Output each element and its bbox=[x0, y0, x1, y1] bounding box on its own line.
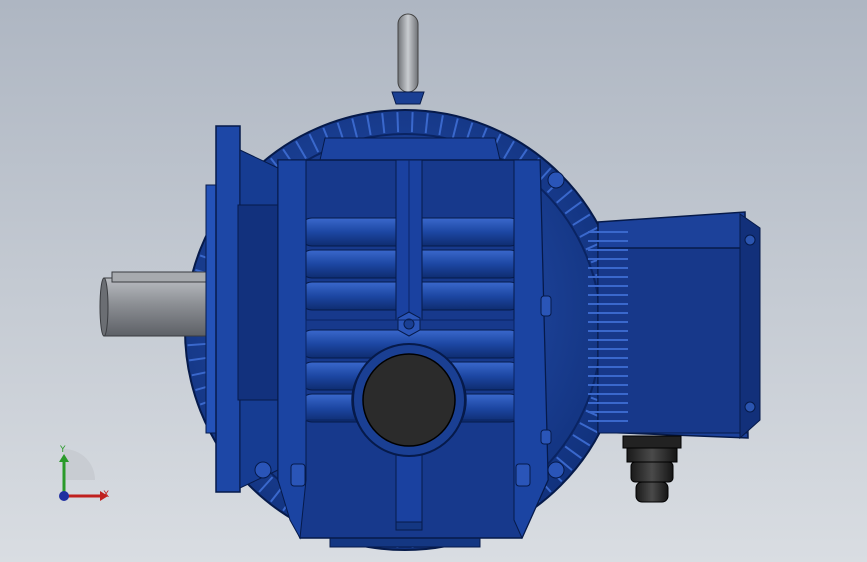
y-axis-label: Y bbox=[59, 445, 66, 455]
output-bore bbox=[352, 343, 466, 457]
gearmotor-model[interactable]: X Y bbox=[0, 0, 867, 562]
output-shaft bbox=[99, 271, 215, 337]
gearbox-foot bbox=[395, 521, 423, 531]
3d-viewport[interactable]: X Y bbox=[0, 0, 867, 562]
z-axis-dot bbox=[59, 491, 69, 501]
cooling-fin bbox=[187, 342, 208, 347]
output-flange bbox=[205, 125, 279, 493]
cable-gland bbox=[622, 435, 682, 503]
coordinate-triad[interactable]: X Y bbox=[59, 445, 109, 501]
cooling-fin bbox=[396, 112, 400, 133]
triad-quadrant bbox=[64, 449, 95, 480]
gearbox-body bbox=[277, 137, 549, 540]
cooling-fin bbox=[410, 112, 414, 133]
eyebolt bbox=[391, 13, 425, 105]
x-axis-label: X bbox=[103, 490, 109, 500]
terminal-box bbox=[588, 211, 761, 440]
